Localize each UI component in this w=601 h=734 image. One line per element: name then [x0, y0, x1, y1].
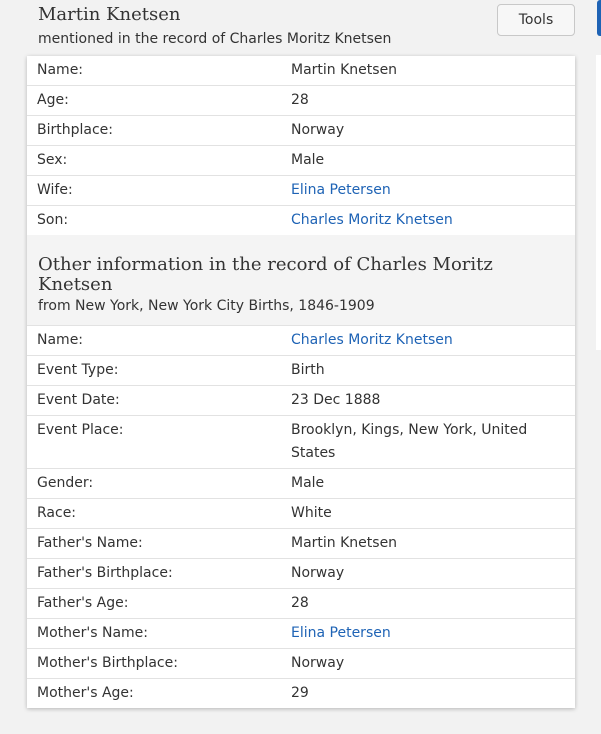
detail-label: Event Place:	[37, 422, 124, 438]
detail-row: Gender: Male	[27, 469, 575, 499]
detail-label: Mother's Name:	[37, 625, 148, 641]
detail-row: Father's Name: Martin Knetsen	[27, 529, 575, 559]
detail-label: Mother's Birthplace:	[37, 655, 178, 671]
detail-label: Mother's Age:	[37, 685, 134, 701]
detail-value: Norway	[291, 655, 345, 671]
detail-row: Father's Age: 28	[27, 589, 575, 619]
detail-row: Father's Birthplace: Norway	[27, 559, 575, 589]
detail-label: Sex:	[37, 152, 68, 168]
detail-value: White	[291, 505, 332, 521]
tools-button[interactable]: Tools	[497, 4, 575, 36]
detail-label: Gender:	[37, 475, 94, 491]
sidebar-action-button[interactable]	[597, 0, 601, 36]
detail-value: Birth	[291, 362, 325, 378]
detail-label: Father's Age:	[37, 595, 129, 611]
detail-value: 28	[291, 92, 309, 108]
record-header: Martin Knetsen mentioned in the record o…	[38, 4, 508, 48]
detail-label: Son:	[37, 212, 69, 228]
record-subtitle: mentioned in the record of Charles Morit…	[38, 31, 392, 47]
detail-row: Wife: Elina Petersen	[27, 176, 575, 206]
detail-value: Brooklyn, Kings, New York, United States	[291, 422, 528, 461]
detail-label: Father's Birthplace:	[37, 565, 173, 581]
detail-row: Event Place: Brooklyn, Kings, New York, U…	[27, 416, 575, 469]
detail-row: Sex: Male	[27, 146, 575, 176]
detail-value: Martin Knetsen	[291, 62, 398, 78]
collection-source: from New York, New York City Births, 184…	[38, 298, 375, 314]
detail-label: Event Date:	[37, 392, 120, 408]
detail-row: Name: Martin Knetsen	[27, 56, 575, 86]
detail-row: Mother's Name: Elina Petersen	[27, 619, 575, 649]
detail-value: 23 Dec 1888	[291, 392, 381, 408]
other-info-header: Other information in the record of Charl…	[27, 235, 575, 326]
detail-row: Birthplace: Norway	[27, 116, 575, 146]
detail-label: Wife:	[37, 182, 73, 198]
detail-row: Event Date: 23 Dec 1888	[27, 386, 575, 416]
person-name: Martin Knetsen	[38, 4, 181, 25]
detail-row: Mother's Age: 29	[27, 679, 575, 708]
person-details: Name: Martin Knetsen Age: 28 Birthplace: No…	[27, 56, 575, 235]
detail-row: Age: 28	[27, 86, 575, 116]
detail-row: Mother's Birthplace: Norway	[27, 649, 575, 679]
mother-name-link[interactable]: Elina Petersen	[291, 619, 575, 648]
detail-value: Norway	[291, 565, 345, 581]
principal-name-link[interactable]: Charles Moritz Knetsen	[291, 326, 575, 355]
wife-link[interactable]: Elina Petersen	[291, 176, 575, 205]
detail-row: Race: White	[27, 499, 575, 529]
detail-row: Event Type: Birth	[27, 356, 575, 386]
record-details: Name: Charles Moritz Knetsen Event Type: B…	[27, 326, 575, 708]
son-link[interactable]: Charles Moritz Knetsen	[291, 206, 575, 235]
detail-value: Norway	[291, 122, 345, 138]
detail-label: Event Type:	[37, 362, 119, 378]
detail-label: Name:	[37, 62, 84, 78]
detail-label: Race:	[37, 505, 77, 521]
other-info-title: Other information in the record of Charl…	[38, 254, 493, 295]
detail-value: 29	[291, 685, 309, 701]
right-sidebar-panel	[596, 55, 601, 350]
detail-label: Father's Name:	[37, 535, 143, 551]
detail-value: Male	[291, 152, 325, 168]
detail-label: Birthplace:	[37, 122, 113, 138]
detail-label: Age:	[37, 92, 69, 108]
detail-row: Name: Charles Moritz Knetsen	[27, 326, 575, 356]
detail-value: Martin Knetsen	[291, 535, 398, 551]
detail-label: Name:	[37, 332, 84, 348]
detail-row: Son: Charles Moritz Knetsen	[27, 206, 575, 235]
detail-value: Male	[291, 475, 325, 491]
detail-value: 28	[291, 595, 309, 611]
record-card: Name: Martin Knetsen Age: 28 Birthplace: No…	[27, 56, 575, 708]
